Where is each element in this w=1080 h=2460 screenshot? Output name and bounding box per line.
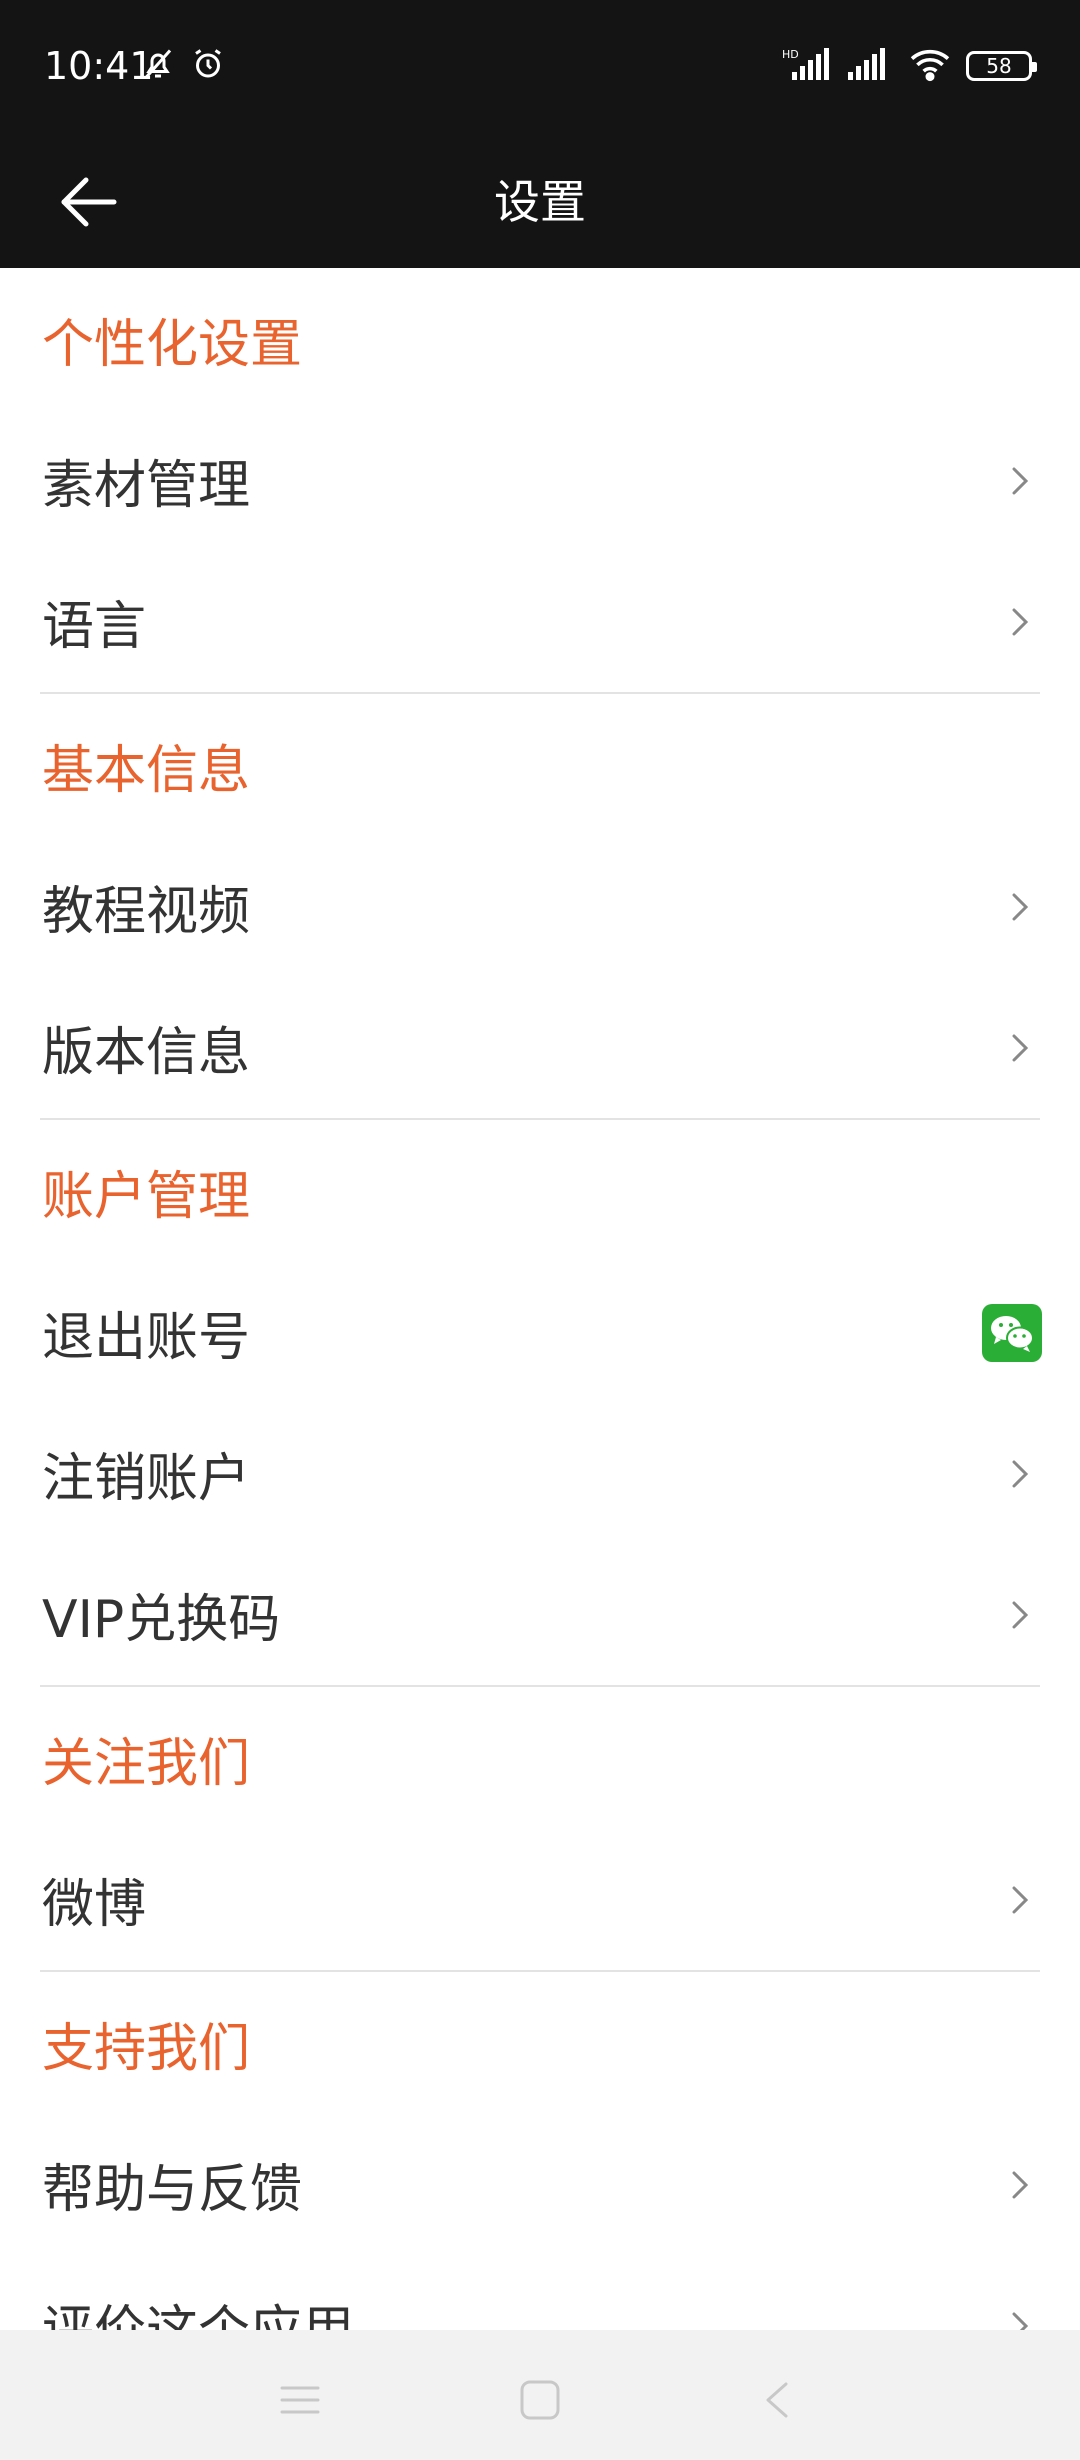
settings-item-help-feedback[interactable]: 帮助与反馈 [0, 2114, 1080, 2255]
chevron-right-icon [1000, 602, 1040, 642]
chevron-right-icon [1000, 1454, 1040, 1494]
menu-button[interactable] [270, 2370, 330, 2430]
settings-item-label: 帮助与反馈 [42, 2160, 303, 2220]
chevron-right-icon [1000, 1028, 1040, 1068]
chevron-right-icon [1000, 887, 1040, 927]
home-button[interactable] [510, 2370, 570, 2430]
settings-item-label: 版本信息 [42, 1023, 251, 1083]
home-icon [520, 2380, 560, 2420]
chevron-right-icon [1000, 1595, 1040, 1635]
status-right-icons: HD 58 [780, 46, 1037, 86]
status-left-icons [140, 46, 226, 86]
settings-item-weibo[interactable]: 微博 [0, 1829, 1080, 1970]
section-title: 个性化设置 [42, 314, 303, 375]
section-title: 基本信息 [42, 740, 251, 801]
page-title: 设置 [494, 175, 586, 229]
settings-item-vip-redeem-code[interactable]: VIP兑换码 [0, 1544, 1080, 1685]
settings-item-tutorial-videos[interactable]: 教程视频 [0, 836, 1080, 977]
app-header: 设置 [0, 134, 1080, 268]
bell-off-icon [140, 46, 176, 86]
battery-icon: 58 [966, 51, 1037, 81]
system-nav-bar [0, 2330, 1080, 2460]
section-title: 账户管理 [42, 1166, 251, 1227]
svg-text:HD: HD [782, 48, 799, 61]
status-time: 10:41 [44, 44, 154, 88]
settings-list: 个性化设置 素材管理 语言 基本信息 教程视频 版本信息 账户管理 退出账号 注… [0, 268, 1080, 2396]
menu-icon [280, 2386, 320, 2414]
settings-item-label: 素材管理 [42, 456, 251, 516]
signal-icon [846, 46, 894, 86]
wifi-icon [908, 46, 952, 86]
chevron-right-icon [1000, 461, 1040, 501]
hd-signal-icon: HD [780, 46, 832, 86]
settings-item-language[interactable]: 语言 [0, 551, 1080, 692]
settings-item-delete-account[interactable]: 注销账户 [0, 1403, 1080, 1544]
settings-item-label: 语言 [42, 597, 147, 657]
alarm-icon [190, 46, 226, 86]
settings-item-label: VIP兑换码 [42, 1590, 281, 1650]
nav-back-button[interactable] [748, 2370, 808, 2430]
section-title: 支持我们 [42, 2018, 251, 2079]
settings-item-version-info[interactable]: 版本信息 [0, 977, 1080, 1118]
back-icon [766, 2382, 788, 2418]
settings-item-material-management[interactable]: 素材管理 [0, 410, 1080, 551]
section-title: 关注我们 [42, 1733, 251, 1794]
settings-item-label: 微博 [42, 1875, 147, 1935]
settings-item-label: 注销账户 [42, 1449, 251, 1509]
status-bar: 10:41 HD 58 [0, 0, 1080, 134]
settings-item-logout[interactable]: 退出账号 [0, 1262, 1080, 1403]
settings-item-label: 退出账号 [42, 1308, 251, 1368]
settings-item-label: 教程视频 [42, 882, 251, 942]
chevron-right-icon [1000, 1880, 1040, 1920]
wechat-icon [982, 1303, 1042, 1362]
chevron-right-icon [1000, 2165, 1040, 2205]
